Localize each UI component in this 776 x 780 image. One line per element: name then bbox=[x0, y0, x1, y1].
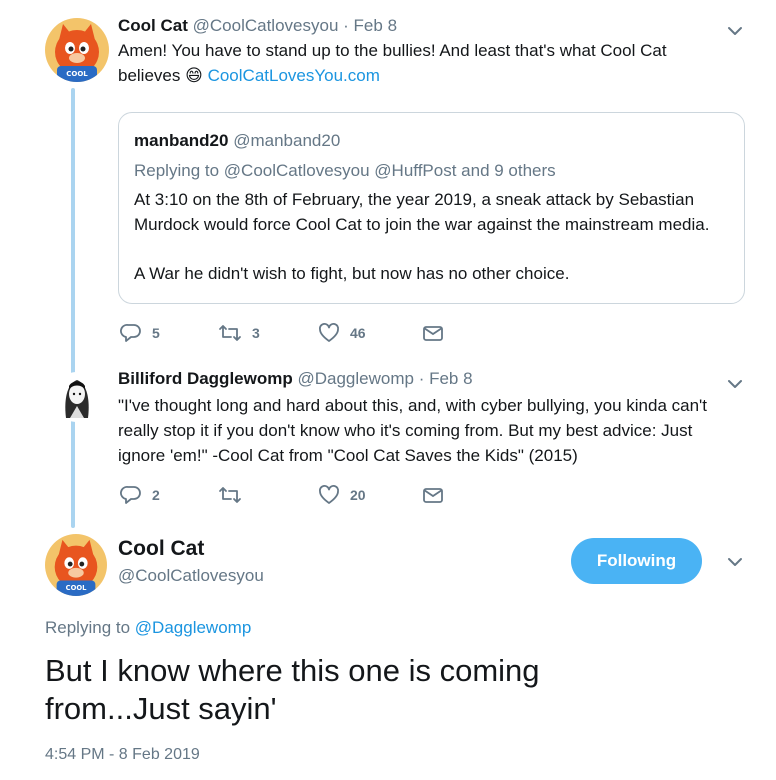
quote-handle: @manband20 bbox=[233, 131, 341, 150]
main-line2: from...Just sayin' bbox=[45, 691, 277, 726]
like-button[interactable]: 20 bbox=[318, 484, 366, 506]
like-button[interactable]: 46 bbox=[318, 322, 366, 344]
reply-icon bbox=[120, 324, 141, 342]
reply-count: 2 bbox=[152, 487, 160, 503]
retweet-icon bbox=[219, 487, 241, 503]
reply-button[interactable]: 2 bbox=[120, 484, 160, 506]
grinning-emoji-icon: 😄 bbox=[185, 66, 203, 85]
dm-button[interactable] bbox=[422, 322, 444, 344]
retweet-count: 3 bbox=[252, 325, 260, 341]
tweet2-line3: ignore 'em!" -Cool Cat from "Cool Cat Sa… bbox=[118, 446, 578, 465]
retweet-icon bbox=[219, 325, 241, 341]
chevron-down-icon[interactable] bbox=[724, 551, 746, 573]
tweet1-actions: 5 3 46 bbox=[118, 322, 458, 346]
tweet1-date[interactable]: Feb 8 bbox=[354, 16, 397, 35]
like-icon bbox=[319, 323, 339, 342]
tweet2-handle[interactable]: @Dagglewomp bbox=[297, 369, 413, 388]
avatar-billiford[interactable] bbox=[52, 372, 102, 422]
quote-line1: At 3:10 on the 8th of February, the year… bbox=[134, 190, 695, 209]
quote-header: manband20 @manband20 bbox=[134, 131, 340, 151]
dm-icon bbox=[423, 326, 443, 341]
chevron-down-icon[interactable] bbox=[724, 373, 746, 395]
main-author-name[interactable]: Cool Cat bbox=[118, 537, 204, 561]
main-replying-link[interactable]: @Dagglewomp bbox=[135, 618, 251, 637]
main-tweet-text: But I know where this one is coming from… bbox=[45, 652, 745, 728]
following-button[interactable]: Following bbox=[571, 538, 702, 584]
quote-replying: Replying to @CoolCatlovesyou @HuffPost a… bbox=[134, 161, 556, 181]
reply-button[interactable]: 5 bbox=[120, 322, 160, 344]
tweet2-line2: really stop it if you don't know who it'… bbox=[118, 421, 693, 440]
reply-icon bbox=[120, 486, 141, 504]
tweet2-date[interactable]: Feb 8 bbox=[429, 369, 472, 388]
thread-line bbox=[71, 88, 75, 528]
like-count: 20 bbox=[350, 487, 366, 503]
tweet2-author-name[interactable]: Billiford Dagglewomp bbox=[118, 369, 293, 388]
svg-text:COOL: COOL bbox=[66, 584, 87, 592]
tweet1-link[interactable]: CoolCatLovesYou.com bbox=[208, 66, 380, 85]
reply-count: 5 bbox=[152, 325, 160, 341]
dm-icon bbox=[423, 488, 443, 503]
main-timestamp[interactable]: 4:54 PM - 8 Feb 2019 bbox=[45, 746, 200, 764]
quote-replying-targets: @CoolCatlovesyou @HuffPost and 9 others bbox=[223, 161, 556, 180]
dm-button[interactable] bbox=[422, 484, 444, 506]
tweet1-header: Cool Cat @CoolCatlovesyou · Feb 8 bbox=[118, 16, 397, 36]
tweet1-sep: · bbox=[343, 16, 349, 35]
quote-text: At 3:10 on the 8th of February, the year… bbox=[134, 187, 734, 286]
like-count: 46 bbox=[350, 325, 366, 341]
quote-line2: Murdock would force Cool Cat to join the… bbox=[134, 215, 710, 234]
quote-replying-prefix: Replying to bbox=[134, 161, 220, 180]
tweet2-sep: · bbox=[418, 369, 425, 388]
quote-author-name: manband20 bbox=[134, 131, 229, 150]
main-replying-prefix: Replying to bbox=[45, 618, 131, 637]
retweet-button[interactable] bbox=[218, 484, 252, 506]
tweet1-line2-text: believes bbox=[118, 66, 181, 85]
main-line1: But I know where this one is coming bbox=[45, 653, 540, 688]
avatar-cool-cat[interactable]: COOL bbox=[45, 18, 109, 82]
tweet1-author-name[interactable]: Cool Cat bbox=[118, 16, 188, 35]
main-replying-to: Replying to @Dagglewomp bbox=[45, 618, 251, 638]
tweet2-line1: "I've thought long and hard about this, … bbox=[118, 396, 708, 415]
quoted-tweet-card[interactable]: manband20 @manband20 Replying to @CoolCa… bbox=[118, 112, 745, 304]
tweet1-handle[interactable]: @CoolCatlovesyou bbox=[193, 16, 339, 35]
retweet-button[interactable]: 3 bbox=[218, 322, 260, 344]
tweet1-line2: believes 😄 CoolCatLovesYou.com bbox=[118, 63, 728, 88]
quote-line3: A War he didn't wish to fight, but now h… bbox=[134, 264, 570, 283]
tweet2-header: Billiford Dagglewomp @Dagglewomp · Feb 8 bbox=[118, 369, 473, 389]
tweet2-actions: 2 20 bbox=[118, 484, 458, 508]
main-author-handle[interactable]: @CoolCatlovesyou bbox=[118, 566, 264, 586]
like-icon bbox=[319, 485, 339, 504]
tweet1-line1: Amen! You have to stand up to the bullie… bbox=[118, 41, 667, 60]
avatar-main-cool-cat[interactable]: COOL bbox=[45, 534, 107, 596]
svg-text:COOL: COOL bbox=[66, 70, 88, 78]
tweet1-text: Amen! You have to stand up to the bullie… bbox=[118, 38, 728, 88]
tweet2-text: "I've thought long and hard about this, … bbox=[118, 393, 738, 468]
